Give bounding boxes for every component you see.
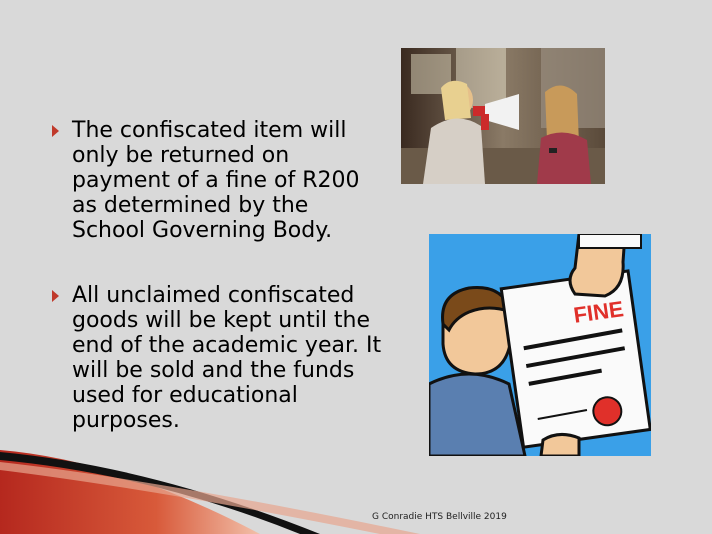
bullet-triangle-icon [52,290,59,302]
bullet-item: All unclaimed confiscated goods will be … [52,283,402,433]
decorative-swoosh [0,450,420,534]
megaphone-photo [401,48,605,184]
slide: The confiscated item will only be return… [0,0,712,534]
fine-cartoon: FINE [429,234,651,456]
bullet-triangle-icon [52,125,59,137]
footer-credit: G Conradie HTS Bellville 2019 [372,512,507,522]
bullet-text: The confiscated item will only be return… [72,118,360,243]
bullet-item: The confiscated item will only be return… [52,118,402,243]
bullet-text: All unclaimed confiscated goods will be … [72,283,382,433]
